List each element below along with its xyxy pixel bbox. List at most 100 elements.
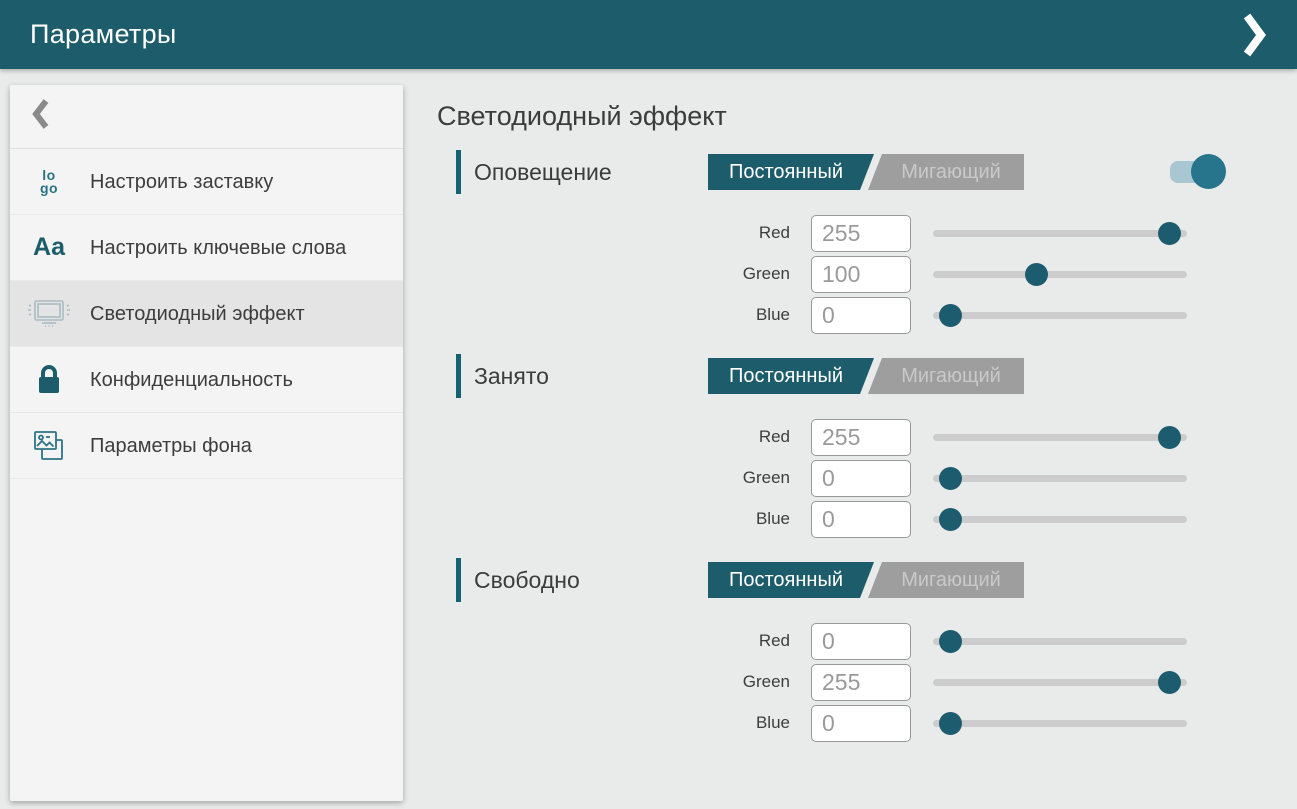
blue-value-input[interactable] (811, 297, 911, 334)
slider-track (933, 230, 1187, 237)
slider-thumb[interactable] (1158, 671, 1181, 694)
slider-thumb[interactable] (1158, 426, 1181, 449)
led-display-icon (26, 298, 72, 330)
red-label: Red (437, 223, 790, 243)
blue-label: Blue (437, 509, 790, 529)
constant-mode-button[interactable]: Постоянный (708, 358, 874, 394)
blue-label: Blue (437, 305, 790, 325)
green-slider[interactable] (933, 263, 1187, 286)
section-header: Оповещение Постоянный Мигающий (437, 150, 1297, 194)
green-row: Green (437, 256, 1297, 292)
sidebar-item-background[interactable]: Параметры фона (10, 413, 403, 479)
chevron-right-icon[interactable] (1237, 11, 1273, 59)
red-value-input[interactable] (811, 215, 911, 252)
blue-value-input[interactable] (811, 705, 911, 742)
green-label: Green (437, 468, 790, 488)
red-slider[interactable] (933, 426, 1187, 449)
green-value-input[interactable] (811, 256, 911, 293)
slider-track (933, 434, 1187, 441)
blue-slider[interactable] (933, 304, 1187, 327)
sidebar-item-label: Настроить заставку (90, 169, 273, 195)
section-busy: Занято Постоянный Мигающий Red Green (437, 354, 1297, 537)
green-label: Green (437, 672, 790, 692)
slider-track (933, 679, 1187, 686)
section-title: Свободно (456, 558, 580, 602)
sidebar-item-label: Настроить ключевые слова (90, 235, 346, 261)
blue-row: Blue (437, 501, 1297, 537)
sidebar-item-label: Параметры фона (90, 433, 252, 459)
red-value-input[interactable] (811, 623, 911, 660)
slider-thumb[interactable] (1025, 263, 1048, 286)
rgb-controls: Red Green Blue (437, 623, 1297, 741)
lock-icon (26, 364, 72, 396)
section-title: Занято (456, 354, 549, 398)
green-value-input[interactable] (811, 664, 911, 701)
app-header: Параметры (0, 0, 1297, 69)
section-notification: Оповещение Постоянный Мигающий Red Green (437, 150, 1297, 333)
background-images-icon (26, 428, 72, 464)
blue-slider[interactable] (933, 508, 1187, 531)
chevron-left-icon (32, 99, 49, 134)
panel-title: Светодиодный эффект (437, 99, 1297, 133)
slider-track (933, 516, 1187, 523)
mode-segmented-control: Постоянный Мигающий (708, 562, 1024, 598)
slider-track (933, 720, 1187, 727)
sidebar-item-led-effect[interactable]: Светодиодный эффект (10, 281, 403, 347)
red-row: Red (437, 623, 1297, 659)
green-value-input[interactable] (811, 460, 911, 497)
notification-toggle-switch[interactable] (1170, 154, 1226, 190)
aa-icon: Aa (26, 233, 72, 262)
slider-track (933, 475, 1187, 482)
sidebar-item-privacy[interactable]: Конфиденциальность (10, 347, 403, 413)
section-header: Свободно Постоянный Мигающий (437, 558, 1297, 602)
sidebar-item-splash-screen[interactable]: logo Настроить заставку (10, 149, 403, 215)
green-slider[interactable] (933, 467, 1187, 490)
slider-thumb[interactable] (1158, 222, 1181, 245)
green-row: Green (437, 460, 1297, 496)
page-title: Параметры (30, 19, 177, 50)
blinking-mode-button[interactable]: Мигающий (868, 562, 1024, 598)
sidebar-back-button[interactable] (10, 85, 403, 149)
section-free: Свободно Постоянный Мигающий Red Green (437, 558, 1297, 741)
slider-thumb[interactable] (939, 304, 962, 327)
logo-icon: logo (26, 169, 72, 195)
blinking-mode-button[interactable]: Мигающий (868, 358, 1024, 394)
blue-slider[interactable] (933, 712, 1187, 735)
slider-track (933, 312, 1187, 319)
sidebar-item-label: Конфиденциальность (90, 367, 293, 393)
sidebar-item-label: Светодиодный эффект (90, 301, 305, 327)
blue-row: Blue (437, 705, 1297, 741)
green-label: Green (437, 264, 790, 284)
switch-knob (1191, 154, 1226, 189)
red-row: Red (437, 215, 1297, 251)
slider-thumb[interactable] (939, 712, 962, 735)
settings-sidebar: logo Настроить заставку Aa Настроить клю… (10, 85, 403, 801)
green-slider[interactable] (933, 671, 1187, 694)
blinking-mode-button[interactable]: Мигающий (868, 154, 1024, 190)
slider-thumb[interactable] (939, 508, 962, 531)
blue-value-input[interactable] (811, 501, 911, 538)
mode-segmented-control: Постоянный Мигающий (708, 154, 1024, 190)
rgb-controls: Red Green Blue (437, 215, 1297, 333)
sidebar-item-keywords[interactable]: Aa Настроить ключевые слова (10, 215, 403, 281)
red-label: Red (437, 631, 790, 651)
red-value-input[interactable] (811, 419, 911, 456)
constant-mode-button[interactable]: Постоянный (708, 154, 874, 190)
red-label: Red (437, 427, 790, 447)
red-row: Red (437, 419, 1297, 455)
slider-track (933, 271, 1187, 278)
red-slider[interactable] (933, 222, 1187, 245)
led-effect-panel: Светодиодный эффект Оповещение Постоянны… (437, 69, 1297, 741)
constant-mode-button[interactable]: Постоянный (708, 562, 874, 598)
blue-label: Blue (437, 713, 790, 733)
slider-track (933, 638, 1187, 645)
slider-thumb[interactable] (939, 630, 962, 653)
blue-row: Blue (437, 297, 1297, 333)
section-header: Занято Постоянный Мигающий (437, 354, 1297, 398)
green-row: Green (437, 664, 1297, 700)
rgb-controls: Red Green Blue (437, 419, 1297, 537)
red-slider[interactable] (933, 630, 1187, 653)
slider-thumb[interactable] (939, 467, 962, 490)
mode-segmented-control: Постоянный Мигающий (708, 358, 1024, 394)
section-title: Оповещение (456, 150, 612, 194)
